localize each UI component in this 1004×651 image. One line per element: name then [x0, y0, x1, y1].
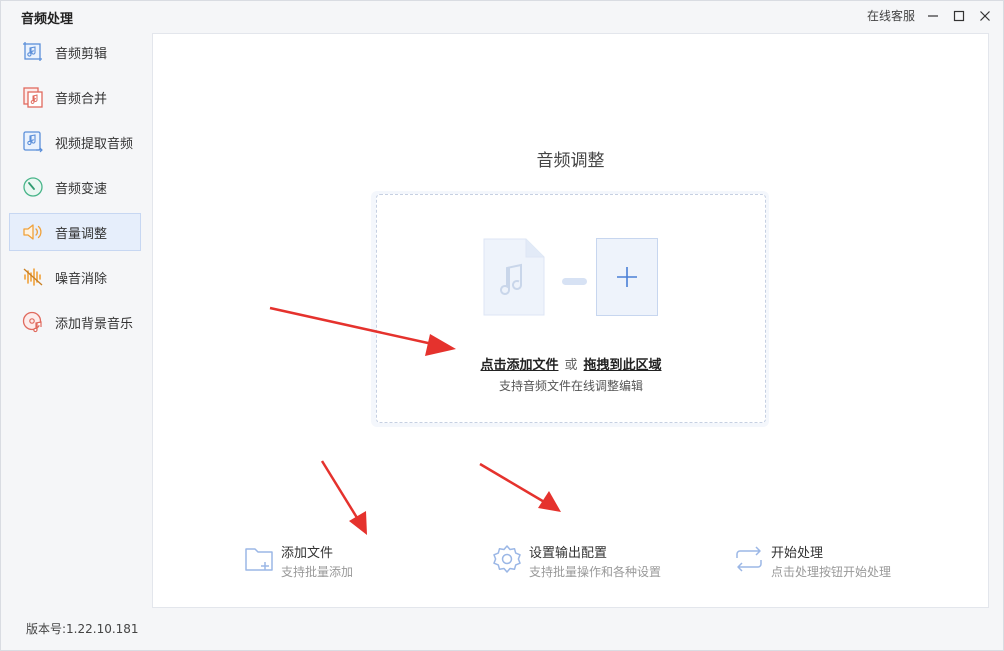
action-subtitle: 点击处理按钮开始处理 [771, 565, 892, 579]
audio-file-icon [483, 238, 545, 316]
audio-merge-icon [20, 84, 46, 110]
page-title: 音频调整 [536, 151, 605, 171]
sidebar-item-label: 音量调整 [55, 226, 108, 242]
drag-here-link[interactable]: 拖拽到此区域 [584, 358, 662, 373]
connector-bar [562, 278, 587, 285]
video-extract-audio-icon [20, 129, 46, 155]
action-subtitle: 支持批量添加 [281, 565, 354, 579]
drop-hint: 支持音频文件在线调整编辑 [498, 379, 643, 393]
drop-instruction: 点击添加文件或拖拽到此区域 [377, 354, 765, 373]
sidebar-item-label: 噪音消除 [55, 271, 108, 287]
sidebar-item-label: 音频剪辑 [55, 46, 108, 62]
sidebar-item-label: 视频提取音频 [55, 136, 134, 152]
click-add-file-link[interactable]: 点击添加文件 [480, 358, 558, 373]
sidebar-item-volume-adjust[interactable]: 音量调整 [9, 213, 141, 251]
sidebar-item-label: 音频合并 [55, 91, 108, 107]
add-folder-icon [241, 541, 277, 577]
file-drop-zone[interactable]: 点击添加文件或拖拽到此区域 支持音频文件在线调整编辑 [376, 194, 766, 423]
audio-speed-icon [20, 174, 46, 200]
close-button[interactable] [977, 8, 993, 24]
close-icon [980, 10, 990, 21]
window-title: 音频处理 [21, 12, 74, 27]
maximize-icon [953, 10, 965, 21]
app-window: 音频处理 在线客服 音频剪辑 音频合并 视频提取音频 音频变速 音量调整 噪音消… [0, 0, 1004, 651]
output-settings-action[interactable]: 设置输出配置 支持批量操作和各种设置 [489, 541, 661, 580]
gear-icon [489, 541, 525, 577]
action-title: 设置输出配置 [529, 546, 608, 561]
online-service-link[interactable]: 在线客服 [867, 7, 915, 24]
action-subtitle: 支持批量操作和各种设置 [529, 565, 662, 579]
action-title: 添加文件 [281, 546, 334, 561]
sidebar-item-audio-cut[interactable]: 音频剪辑 [9, 33, 141, 71]
sidebar-item-noise-reduction[interactable]: 噪音消除 [9, 258, 141, 296]
add-file-box[interactable] [596, 238, 658, 316]
maximize-button[interactable] [951, 8, 967, 24]
volume-icon [20, 219, 46, 245]
background-music-icon [20, 309, 46, 335]
noise-reduction-icon [20, 264, 46, 290]
or-text: 或 [564, 358, 578, 373]
main-panel: 音频调整 点击添加文件或拖拽到此区域 支持音频文件在线调整编辑 添加文件 支持批… [152, 33, 989, 608]
plus-icon [617, 267, 637, 287]
sidebar: 音频剪辑 音频合并 视频提取音频 音频变速 音量调整 噪音消除 添加背景音乐 [9, 33, 141, 348]
start-processing-action[interactable]: 开始处理 点击处理按钮开始处理 [731, 541, 891, 580]
action-title: 开始处理 [771, 546, 824, 561]
sidebar-item-video-extract-audio[interactable]: 视频提取音频 [9, 123, 141, 161]
audio-cut-icon [20, 39, 46, 65]
sidebar-item-background-music[interactable]: 添加背景音乐 [9, 303, 141, 341]
sidebar-item-label: 添加背景音乐 [55, 316, 134, 332]
minimize-icon [928, 14, 938, 17]
title-bar: 音频处理 在线客服 [1, 1, 1003, 33]
minimize-button[interactable] [925, 8, 941, 24]
sidebar-item-audio-speed[interactable]: 音频变速 [9, 168, 141, 206]
sidebar-item-audio-merge[interactable]: 音频合并 [9, 78, 141, 116]
version-label: 版本号:1.22.10.181 [26, 622, 139, 636]
repeat-icon [731, 541, 767, 577]
add-file-action[interactable]: 添加文件 支持批量添加 [241, 541, 353, 580]
sidebar-item-label: 音频变速 [55, 181, 108, 197]
